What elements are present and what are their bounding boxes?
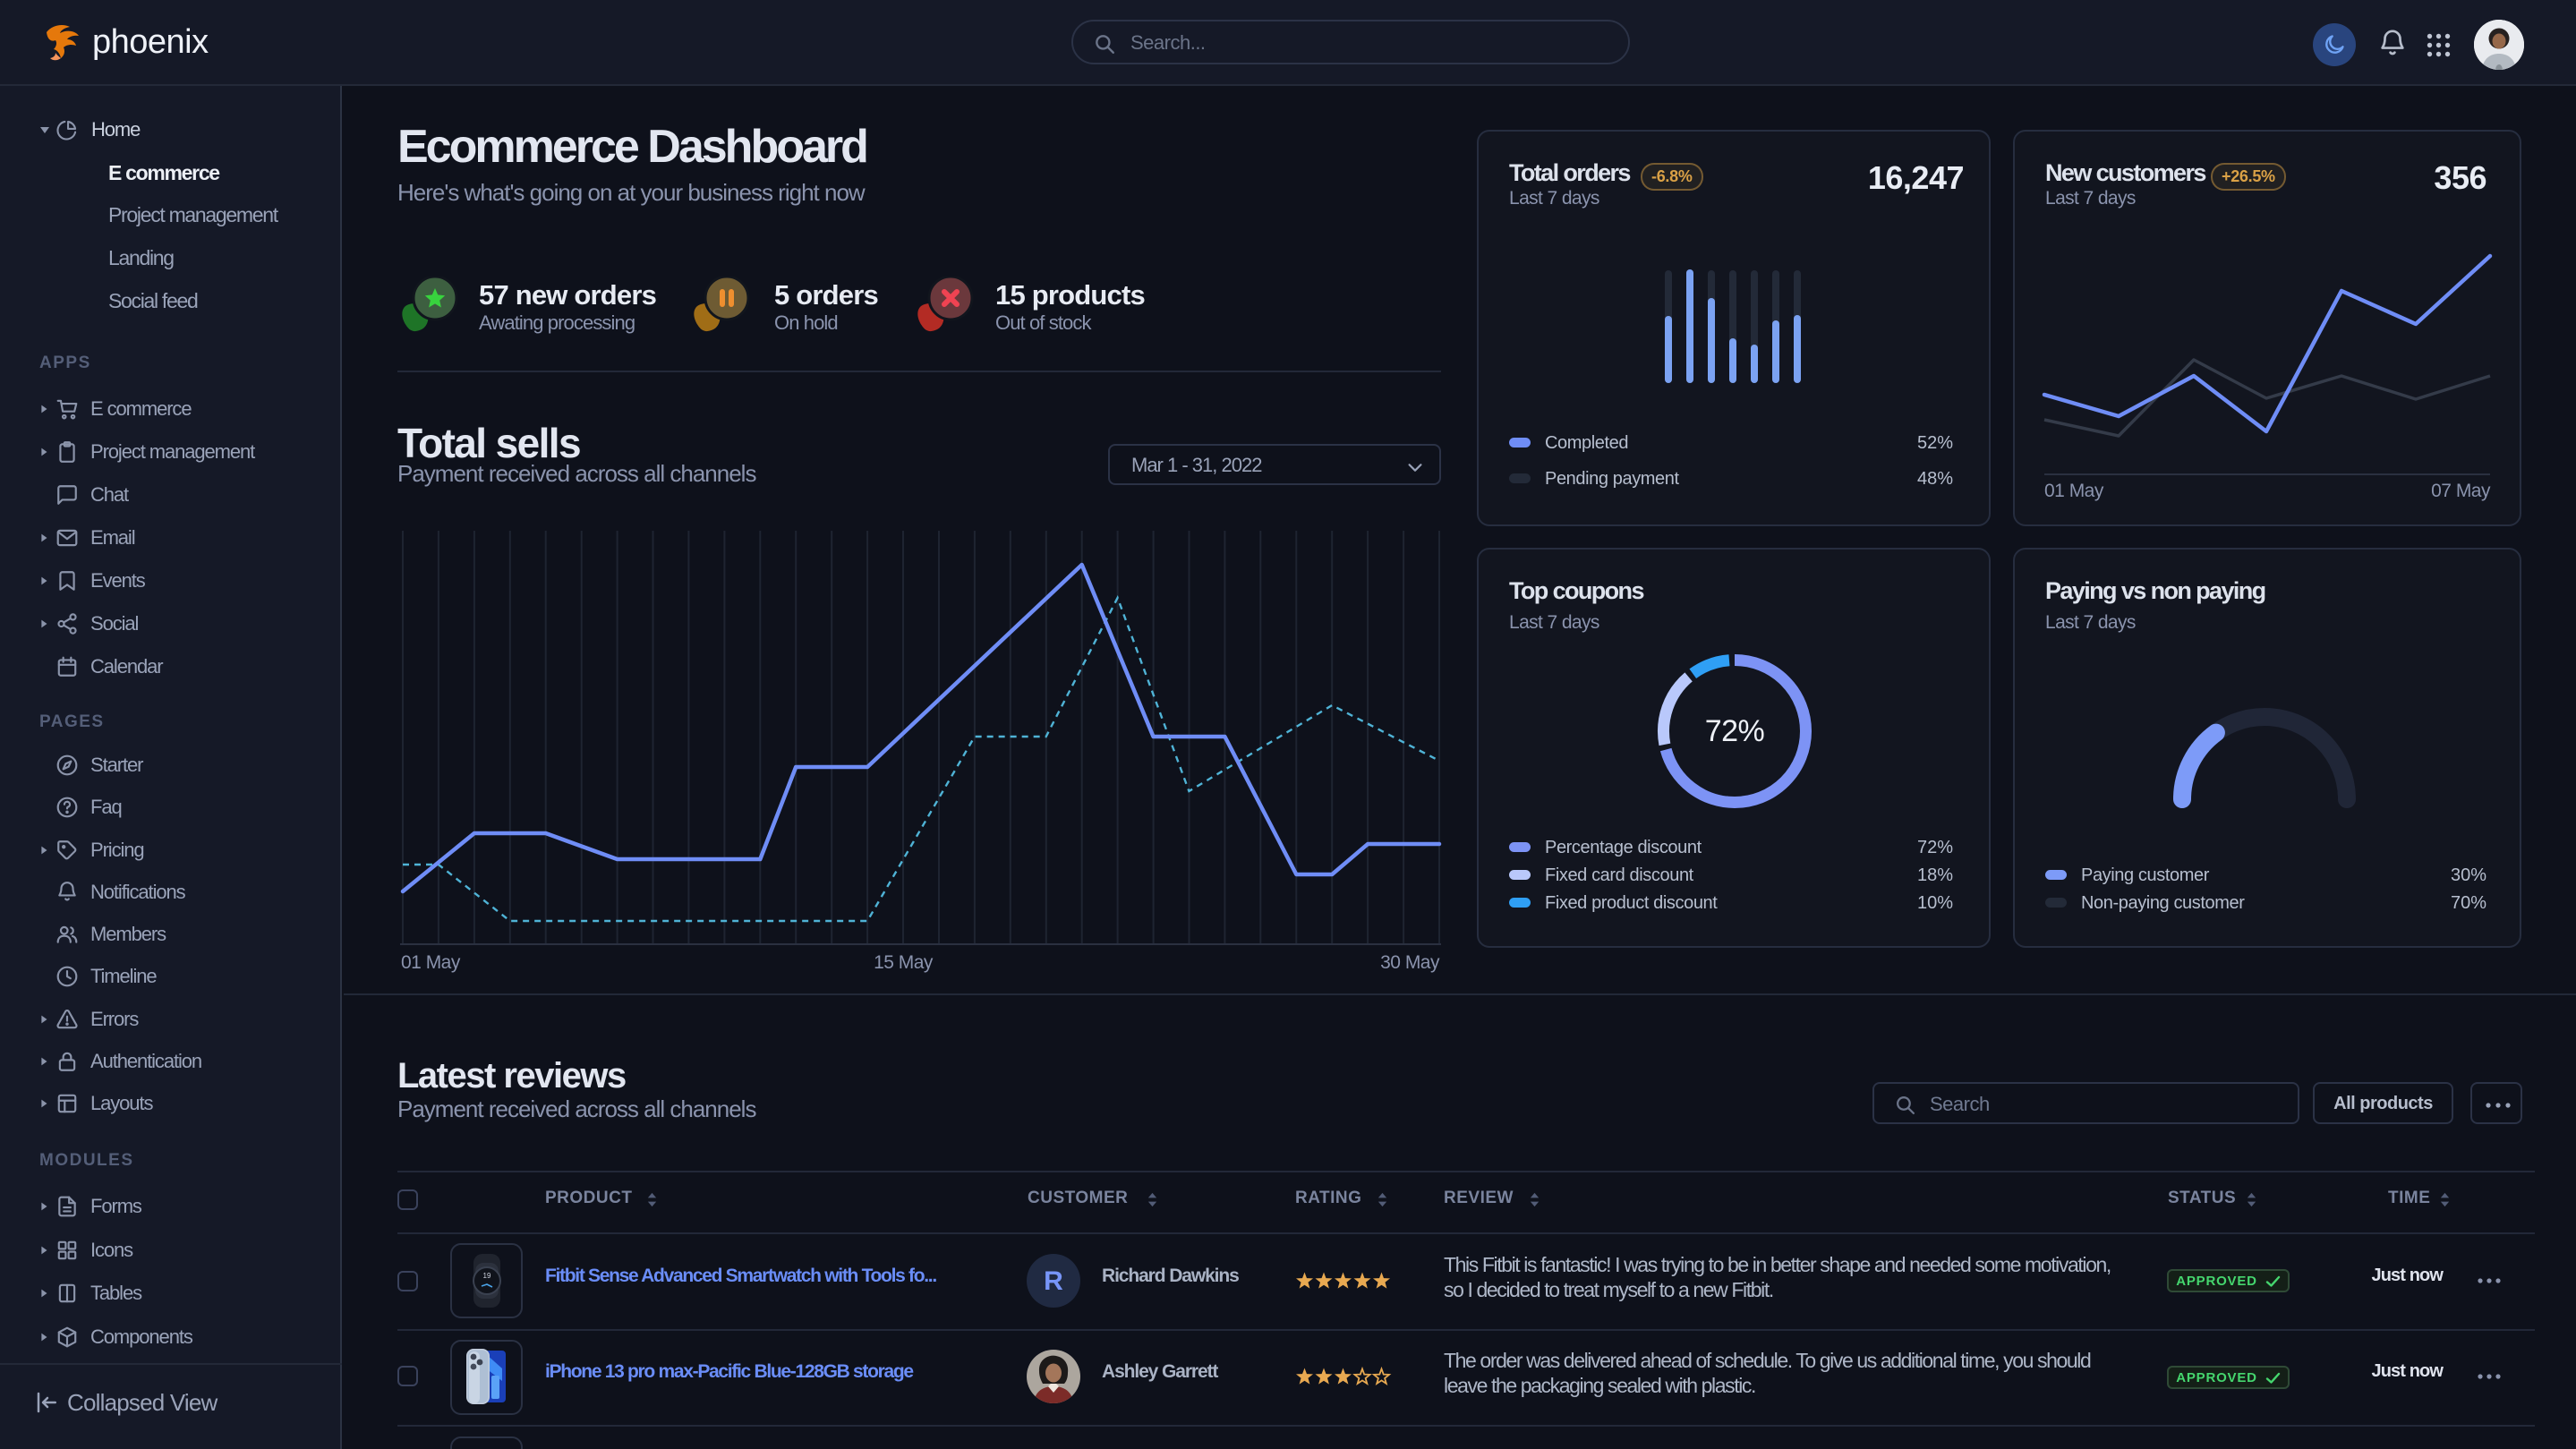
- svg-text:19: 19: [483, 1272, 491, 1280]
